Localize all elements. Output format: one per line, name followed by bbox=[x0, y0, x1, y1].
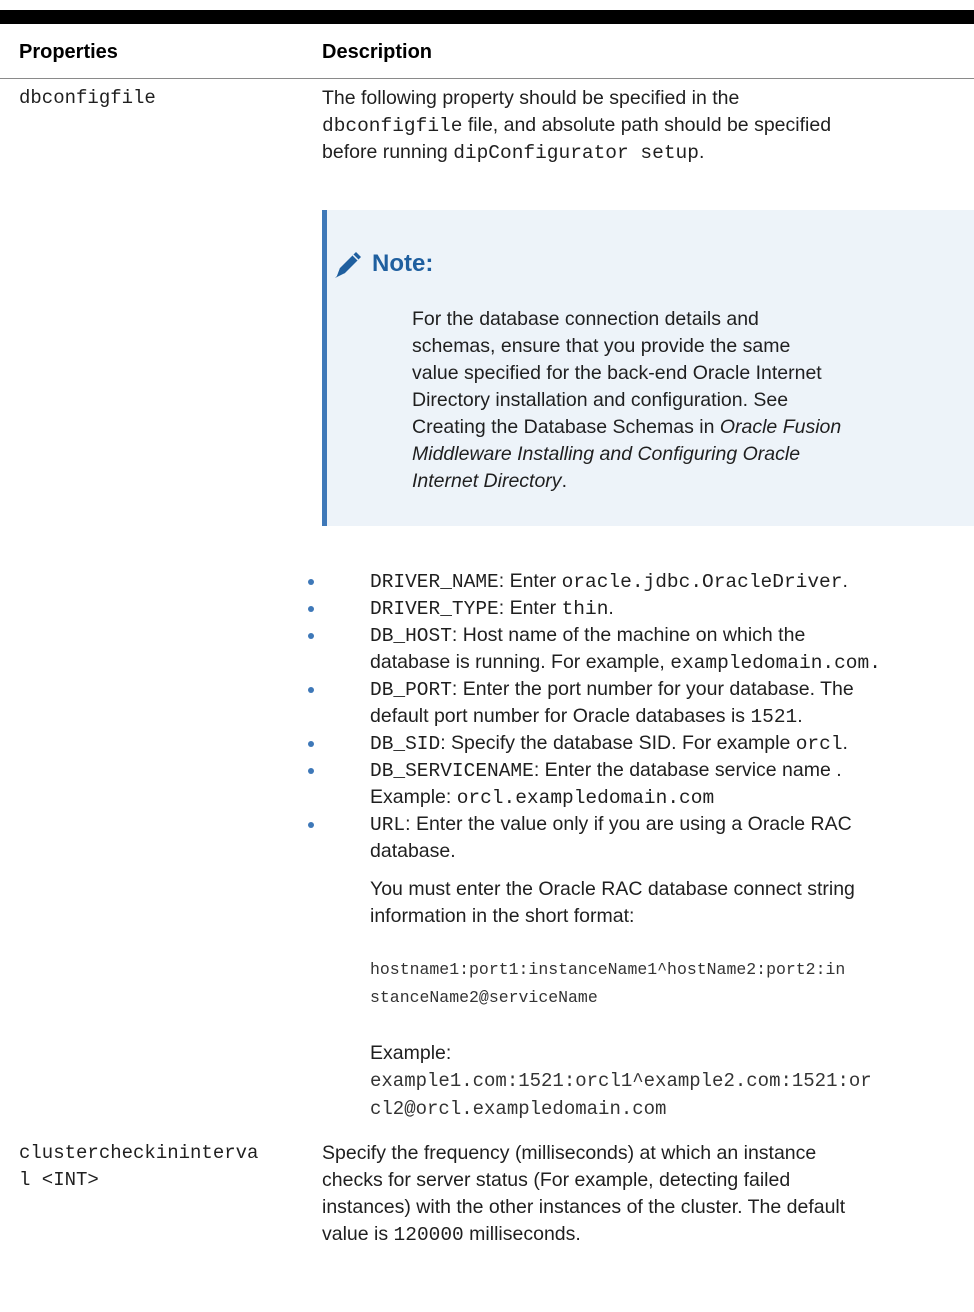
bullet-code: DB_SID bbox=[370, 733, 441, 755]
bullet-driver-name: DRIVER_NAME: Enter oracle.jdbc.OracleDri… bbox=[370, 568, 848, 596]
rac-line-2: information in the short format: bbox=[370, 905, 635, 927]
bullet-value: oracle.jdbc.OracleDriver bbox=[561, 571, 843, 593]
bullet-value: orcl bbox=[795, 733, 843, 755]
bullet-code: URL bbox=[370, 814, 406, 836]
note-line-7-italic: Internet Directory bbox=[412, 470, 562, 492]
rac-format-code-1: hostname1:port1:instanceName1^hostName2:… bbox=[370, 960, 846, 979]
bullet-end: . bbox=[797, 705, 803, 727]
bullet-text: : Enter the port number for your databas… bbox=[451, 678, 854, 700]
note-line-5-italic: Oracle Fusion bbox=[719, 416, 842, 438]
intro-text-3: before running bbox=[322, 141, 454, 163]
note-line-4: Directory installation and configuration… bbox=[412, 389, 789, 411]
bullet-code: DRIVER_TYPE bbox=[370, 598, 499, 620]
row2-line-4-text: value is bbox=[322, 1223, 394, 1245]
bullet-code: DB_HOST bbox=[370, 625, 452, 647]
property-dbconfigfile: dbconfigfile bbox=[19, 87, 156, 109]
intro-line-3: before running dipConfigurator setup. bbox=[322, 139, 704, 167]
bullet-db-host-line-2: database is running. For example, exampl… bbox=[370, 649, 881, 677]
note-line-3: value specified for the back-end Oracle … bbox=[412, 362, 822, 384]
bullet-dot bbox=[308, 633, 314, 639]
note-line-1: For the database connection details and bbox=[412, 308, 759, 330]
row2-line-1: Specify the frequency (milliseconds) at … bbox=[322, 1142, 817, 1164]
top-rule bbox=[0, 10, 974, 24]
bullet-code: DB_SERVICENAME bbox=[370, 760, 534, 782]
bullet-db-sid: DB_SID: Specify the database SID. For ex… bbox=[370, 730, 848, 758]
note-line-7-end: . bbox=[561, 470, 567, 492]
bullet-db-servicename-line-2: Example: orcl.exampledomain.com bbox=[370, 784, 714, 812]
header-rule bbox=[0, 78, 974, 79]
bullet-dot bbox=[308, 606, 314, 612]
pencil-icon bbox=[335, 252, 361, 278]
bullet-dot bbox=[308, 687, 314, 693]
rac-line-1: You must enter the Oracle RAC database c… bbox=[370, 878, 855, 900]
header-description: Description bbox=[322, 41, 433, 63]
note-line-7: Internet Directory. bbox=[412, 468, 960, 495]
bullet-dot bbox=[308, 579, 314, 585]
row2-default-value: 120000 bbox=[393, 1224, 464, 1246]
intro-text-2: file, and absolute path should be specif… bbox=[462, 114, 832, 136]
bullet-text: : Enter the value only if you are using … bbox=[405, 813, 852, 835]
note-body: For the database connection details and … bbox=[412, 306, 960, 495]
row2-line-4-end: milliseconds. bbox=[463, 1223, 581, 1245]
note-line-6: Middleware Installing and Configuring Or… bbox=[412, 443, 801, 465]
row2-line-2: checks for server status (For example, d… bbox=[322, 1169, 791, 1191]
rac-example-code-1: example1.com:1521:orcl1^example2.com:152… bbox=[370, 1070, 872, 1092]
property-clustercheckininterval-2: l <INT> bbox=[19, 1169, 99, 1191]
bullet-db-port: DB_PORT: Enter the port number for your … bbox=[370, 676, 854, 704]
note-title: Note: bbox=[372, 250, 434, 277]
row2-line-3: instances) with the other instances of t… bbox=[322, 1196, 846, 1218]
bullet-end: . bbox=[608, 597, 614, 619]
bullet-text: Example: bbox=[370, 786, 457, 808]
bullet-text: : Enter bbox=[498, 570, 562, 592]
note-box: Note: For the database connection detail… bbox=[322, 210, 974, 526]
intro-line-2: dbconfigfile file, and absolute path sho… bbox=[322, 112, 831, 140]
bullet-end: . bbox=[842, 732, 848, 754]
header-properties: Properties bbox=[19, 41, 118, 63]
rac-example-code-2: cl2@orcl.exampledomain.com bbox=[370, 1098, 667, 1120]
bullet-db-servicename: DB_SERVICENAME: Enter the database servi… bbox=[370, 757, 842, 785]
bullet-url: URL: Enter the value only if you are usi… bbox=[370, 811, 852, 839]
bullet-dot bbox=[308, 768, 314, 774]
bullet-code: DRIVER_NAME bbox=[370, 571, 499, 593]
bullet-text: : Enter the database service name . bbox=[533, 759, 842, 781]
bullet-text: database is running. For example, bbox=[370, 651, 671, 673]
bullet-text: default port number for Oracle databases… bbox=[370, 705, 751, 727]
bullet-text: : Specify the database SID. For example bbox=[440, 732, 796, 754]
bullet-db-host: DB_HOST: Host name of the machine on whi… bbox=[370, 622, 805, 650]
bullet-text: : Host name of the machine on which the bbox=[451, 624, 806, 646]
intro-code-setup: dipConfigurator setup bbox=[453, 142, 699, 164]
note-line-2: schemas, ensure that you provide the sam… bbox=[412, 335, 791, 357]
intro-end-3: . bbox=[698, 141, 705, 163]
bullet-url-line-2: database. bbox=[370, 840, 456, 862]
bullet-text: : Enter bbox=[498, 597, 562, 619]
bullet-end: . bbox=[842, 570, 848, 592]
bullet-value: orcl.exampledomain.com bbox=[456, 787, 715, 809]
note-line-5: Creating the Database Schemas in Oracle … bbox=[412, 414, 960, 441]
bullet-db-port-line-2: default port number for Oracle databases… bbox=[370, 703, 803, 731]
bullet-driver-type: DRIVER_TYPE: Enter thin. bbox=[370, 595, 614, 623]
bullet-code: DB_PORT bbox=[370, 679, 452, 701]
rac-example-label: Example: bbox=[370, 1042, 452, 1064]
bullet-value: exampledomain.com. bbox=[670, 652, 881, 674]
note-line-5-text: Creating the Database Schemas in bbox=[412, 416, 720, 438]
bullet-value: 1521 bbox=[750, 706, 798, 728]
bullet-dot bbox=[308, 822, 314, 828]
rac-format-code-2: stanceName2@serviceName bbox=[370, 988, 598, 1007]
property-clustercheckininterval-1: clustercheckininterva bbox=[19, 1142, 259, 1164]
bullet-dot bbox=[308, 741, 314, 747]
intro-line-1: The following property should be specifi… bbox=[322, 87, 740, 109]
bullet-value: thin bbox=[561, 598, 609, 620]
row2-line-4: value is 120000 milliseconds. bbox=[322, 1221, 581, 1249]
intro-code-dbconfigfile: dbconfigfile bbox=[322, 115, 463, 137]
